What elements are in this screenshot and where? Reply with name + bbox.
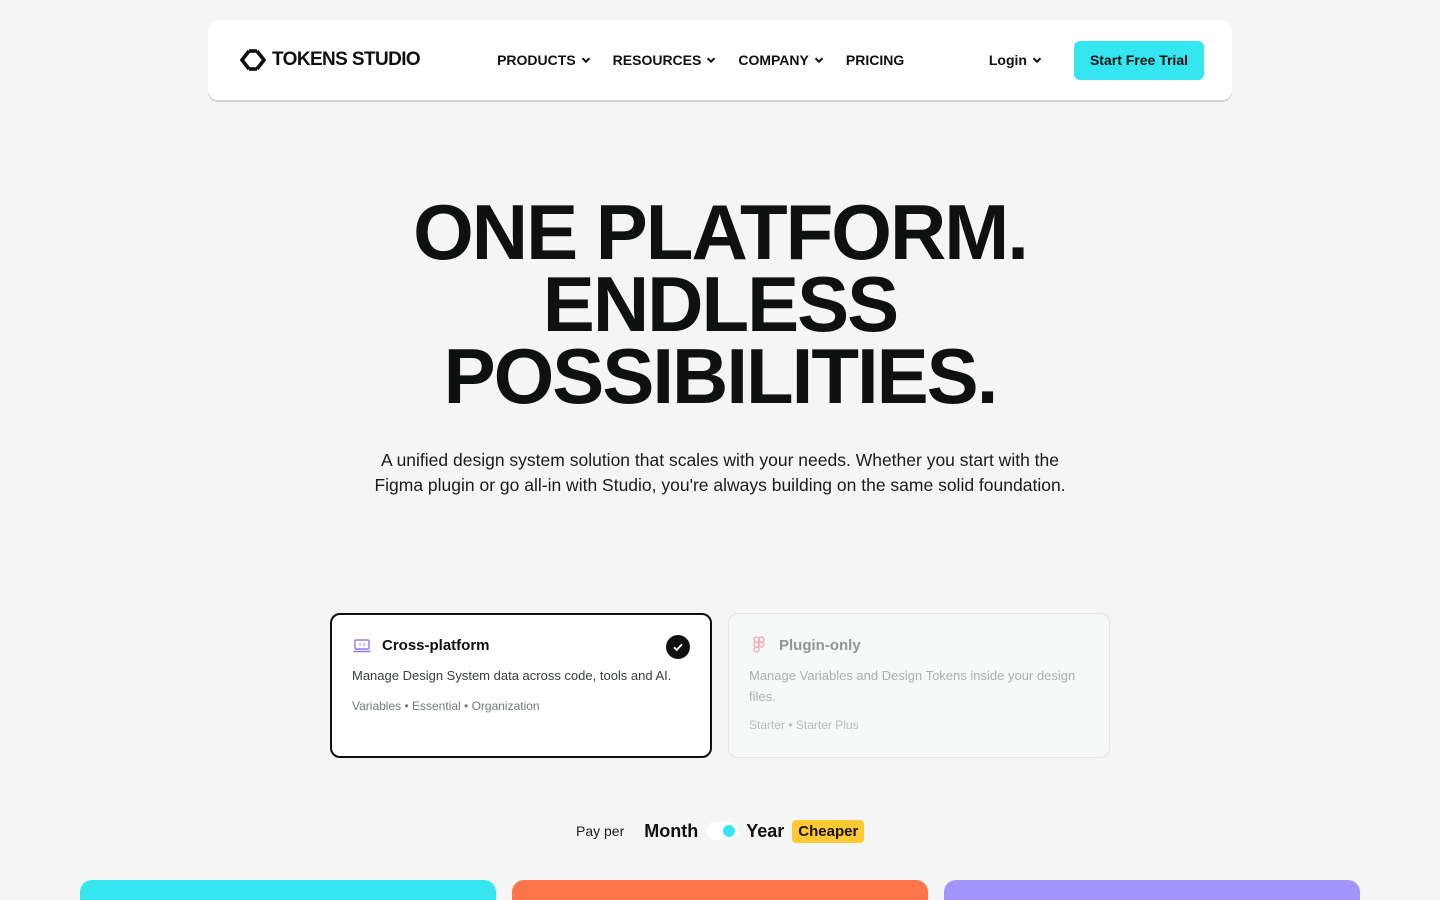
menu-item-products[interactable]: PRODUCTS [497, 52, 591, 68]
billing-option-year[interactable]: Year [746, 821, 784, 842]
plan-title: Cross-platform [382, 637, 490, 654]
plan-card-cross-platform[interactable]: Cross-platform Manage Design System data… [330, 613, 712, 758]
plan-description: Manage Variables and Design Tokens insid… [749, 668, 1076, 704]
top-navigation: TOKENS STUDIO PRODUCTS RESOURCES COMPANY… [208, 20, 1232, 100]
billing-option-month[interactable]: Month [644, 821, 698, 842]
plan-tags: Variables • Essential • Organization [352, 699, 540, 713]
hero-subtitle-line: Figma plugin or go all-in with Studio, y… [374, 475, 1066, 495]
login-dropdown[interactable]: Login [989, 52, 1042, 68]
hero-subtitle: A unified design system solution that sc… [370, 448, 1070, 498]
tokens-studio-logo-icon [240, 49, 266, 71]
chevron-down-icon [814, 55, 824, 65]
plan-tags: Starter • Starter Plus [749, 718, 859, 732]
pricing-card-orange [512, 880, 928, 900]
pay-per-label: Pay per [576, 823, 625, 839]
plan-header: Cross-platform [352, 637, 690, 654]
billing-toggle[interactable] [706, 822, 739, 840]
chevron-down-icon [581, 55, 591, 65]
cheaper-badge: Cheaper [792, 819, 865, 843]
menu-item-label: COMPANY [738, 52, 809, 68]
logo[interactable]: TOKENS STUDIO [240, 49, 421, 71]
start-free-trial-button[interactable]: Start Free Trial [1073, 40, 1204, 80]
hero-title: ONE PLATFORM. ENDLESS POSSIBILITIES. [0, 188, 1440, 420]
chevron-down-icon [1032, 55, 1042, 65]
menu-item-label: RESOURCES [612, 52, 702, 68]
menu-item-label: PRICING [845, 52, 905, 68]
figma-icon [749, 636, 769, 654]
logo-text: TOKENS STUDIO [272, 49, 421, 70]
menu-item-company[interactable]: COMPANY [738, 52, 824, 68]
plan-header: Plugin-only [749, 636, 1089, 654]
hero-title-line: ENDLESS [542, 260, 899, 348]
login-label: Login [988, 52, 1027, 68]
menu-item-label: PRODUCTS [497, 52, 576, 68]
billing-period-selector: Pay per Month Year Cheaper [576, 818, 865, 844]
hero-subtitle-line: A unified design system solution that sc… [381, 450, 1059, 470]
toggle-knob [723, 825, 736, 837]
checkmark-icon [666, 635, 690, 659]
menu-item-resources[interactable]: RESOURCES [613, 52, 717, 68]
plan-description: Manage Design System data across code, t… [352, 668, 672, 683]
plan-title: Plugin-only [779, 636, 861, 654]
hero-title-line: ONE PLATFORM. [413, 188, 1029, 276]
pricing-card-purple [944, 880, 1360, 900]
chevron-down-icon [706, 55, 716, 65]
monitor-icon [352, 638, 372, 654]
menu-item-pricing[interactable]: PRICING [846, 52, 904, 68]
pricing-card-cyan [80, 880, 496, 900]
hero-title-line: POSSIBILITIES. [443, 332, 999, 420]
plan-card-plugin-only[interactable]: Plugin-only Manage Variables and Design … [728, 613, 1110, 758]
main-menu: PRODUCTS RESOURCES COMPANY PRICING [497, 52, 926, 68]
